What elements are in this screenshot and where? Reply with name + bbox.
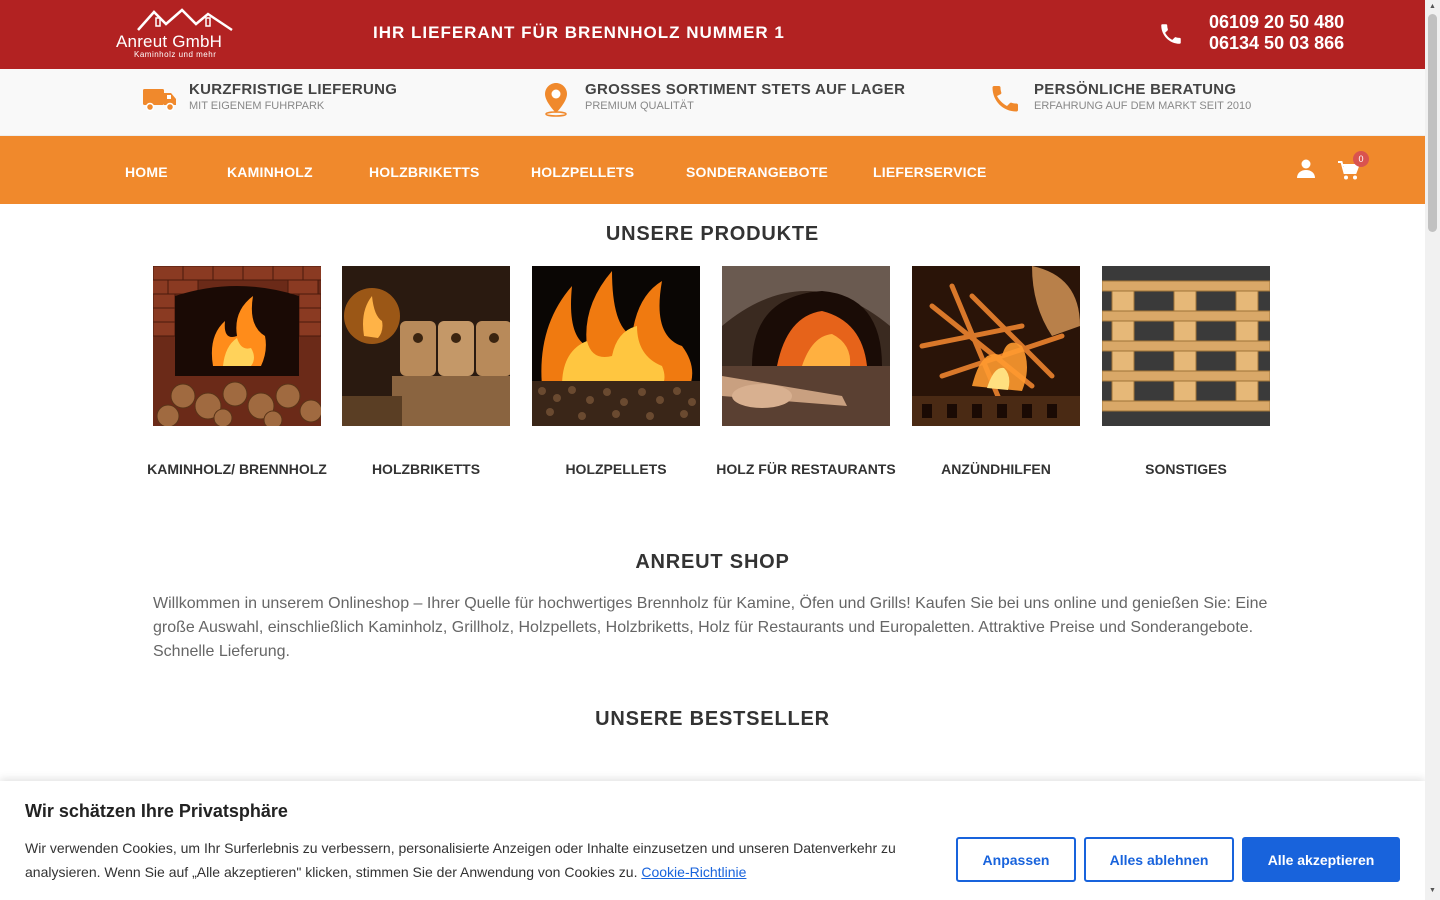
page-scrollbar[interactable]: ▲ ▼ bbox=[1425, 0, 1440, 900]
product-label[interactable]: HOLZBRIKETTS bbox=[322, 461, 530, 478]
feature-title: KURZFRISTIGE LIEFERUNG bbox=[189, 81, 398, 98]
product-label[interactable]: ANZÜNDHILFEN bbox=[892, 461, 1100, 478]
product-image-pellets[interactable] bbox=[532, 266, 700, 426]
product-image-fireplace[interactable] bbox=[153, 266, 321, 426]
features-bar: KURZFRISTIGE LIEFERUNG MIT EIGENEM FUHRP… bbox=[0, 69, 1425, 136]
phone-icon bbox=[1161, 24, 1181, 44]
house-roof-icon bbox=[137, 8, 233, 32]
user-icon[interactable] bbox=[1297, 159, 1315, 179]
cookie-title: Wir schätzen Ihre Privatsphäre bbox=[25, 801, 288, 821]
product-label[interactable]: KAMINHOLZ/ BRENNHOLZ bbox=[133, 461, 341, 478]
shop-intro-text: Willkommen in unserem Onlineshop – Ihrer… bbox=[153, 595, 1268, 660]
logo-text: Anreut GmbH bbox=[116, 32, 223, 51]
product-label[interactable]: HOLZ FÜR RESTAURANTS bbox=[702, 461, 910, 478]
cart-count-badge: 0 bbox=[1353, 151, 1369, 167]
cookie-accept-button[interactable]: Alle akzeptieren bbox=[1242, 837, 1400, 882]
cookie-banner: Wir schätzen Ihre Privatsphäre Wir verwe… bbox=[0, 781, 1425, 900]
product-card-sonstiges[interactable]: SONSTIGES bbox=[1102, 266, 1270, 477]
feature-title: PERSÖNLICHE BERATUNG bbox=[1034, 81, 1237, 98]
product-card-anzuendhilfen[interactable]: ANZÜNDHILFEN bbox=[912, 266, 1080, 477]
product-image-pizza-oven[interactable] bbox=[722, 266, 890, 426]
phone-number-2[interactable]: 06134 50 03 866 bbox=[1209, 33, 1344, 54]
feature-subtitle: ERFAHRUNG AUF DEM MARKT SEIT 2010 bbox=[1034, 100, 1252, 112]
product-image-briquettes[interactable] bbox=[342, 266, 510, 426]
product-card-holzpellets[interactable]: HOLZPELLETS bbox=[532, 266, 700, 477]
shop-heading: ANREUT SHOP bbox=[635, 551, 790, 573]
truck-icon bbox=[143, 89, 176, 112]
cookie-text: Wir verwenden Cookies, um Ihr Surferlebn… bbox=[25, 836, 925, 884]
product-image-kindling[interactable] bbox=[912, 266, 1080, 426]
nav-item-sonderangebote[interactable]: SONDERANGEBOTE bbox=[686, 164, 828, 180]
top-bar: Anreut GmbH Kaminholz und mehr IHR LIEFE… bbox=[0, 0, 1425, 69]
nav-item-kaminholz[interactable]: KAMINHOLZ bbox=[227, 164, 313, 180]
scroll-up-arrow-icon[interactable]: ▲ bbox=[1428, 2, 1437, 11]
feature-delivery: KURZFRISTIGE LIEFERUNG MIT EIGENEM FUHRP… bbox=[142, 81, 397, 117]
main-nav: HOME KAMINHOLZ HOLZBRIKETTS HOLZPELLETS … bbox=[0, 136, 1425, 204]
cookie-policy-link[interactable]: Cookie-Richtlinie bbox=[641, 864, 746, 880]
product-card-kaminholz[interactable]: KAMINHOLZ/ BRENNHOLZ bbox=[147, 266, 327, 477]
scrollbar-thumb[interactable] bbox=[1428, 14, 1437, 232]
phone-icon bbox=[992, 86, 1018, 112]
product-label[interactable]: SONSTIGES bbox=[1082, 461, 1290, 478]
phone-numbers[interactable]: 06109 20 50 480 06134 50 03 866 bbox=[1209, 12, 1344, 54]
feature-assortment: GROSSES SORTIMENT STETS AUF LAGER PREMIU… bbox=[538, 81, 905, 117]
logo-subtitle: Kaminholz und mehr bbox=[134, 50, 217, 59]
location-pin-icon bbox=[545, 83, 567, 117]
nav-item-holzpellets[interactable]: HOLZPELLETS bbox=[531, 164, 634, 180]
product-card-holzbriketts[interactable]: HOLZBRIKETTS bbox=[342, 266, 510, 477]
scroll-down-arrow-icon[interactable]: ▼ bbox=[1428, 886, 1437, 895]
products-heading: UNSERE PRODUKTE bbox=[605, 223, 820, 245]
nav-item-lieferservice[interactable]: LIEFERSERVICE bbox=[873, 164, 987, 180]
logo[interactable]: Anreut GmbH Kaminholz und mehr bbox=[116, 8, 246, 60]
product-image-pallets[interactable] bbox=[1102, 266, 1270, 426]
nav-item-home[interactable]: HOME bbox=[125, 164, 168, 180]
bestseller-heading: UNSERE BESTSELLER bbox=[595, 708, 830, 730]
product-card-restaurants[interactable]: HOLZ FÜR RESTAURANTS bbox=[716, 266, 896, 477]
feature-subtitle: MIT EIGENEM FUHRPARK bbox=[189, 100, 325, 112]
header-tagline: IHR LIEFERANT FÜR BRENNHOLZ NUMMER 1 bbox=[373, 23, 785, 42]
cookie-customize-button[interactable]: Anpassen bbox=[956, 837, 1076, 882]
feature-subtitle: PREMIUM QUALITÄT bbox=[585, 100, 694, 112]
cookie-description: Wir verwenden Cookies, um Ihr Surferlebn… bbox=[25, 840, 896, 880]
product-label[interactable]: HOLZPELLETS bbox=[512, 461, 720, 478]
phone-number-1[interactable]: 06109 20 50 480 bbox=[1209, 12, 1344, 33]
nav-item-holzbriketts[interactable]: HOLZBRIKETTS bbox=[369, 164, 480, 180]
cookie-reject-button[interactable]: Alles ablehnen bbox=[1084, 837, 1234, 882]
page: Anreut GmbH Kaminholz und mehr IHR LIEFE… bbox=[0, 0, 1425, 900]
feature-consulting: PERSÖNLICHE BERATUNG ERFAHRUNG AUF DEM M… bbox=[987, 81, 1251, 117]
feature-title: GROSSES SORTIMENT STETS AUF LAGER bbox=[585, 81, 906, 98]
